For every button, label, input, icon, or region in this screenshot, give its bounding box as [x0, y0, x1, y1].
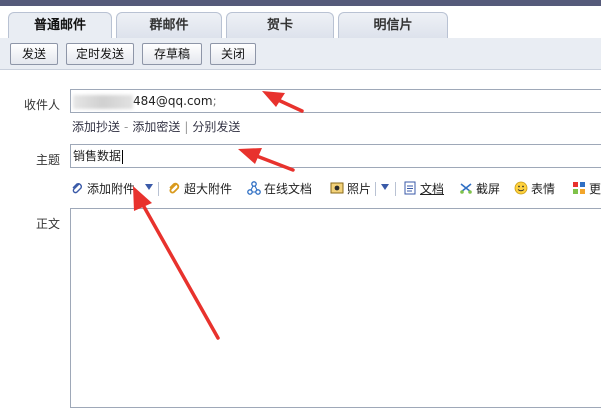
- screenshot-button[interactable]: 截屏: [459, 180, 500, 198]
- text-cursor: [122, 149, 124, 164]
- subject-field[interactable]: 销售数据: [70, 144, 601, 168]
- body-label: 正文: [36, 217, 61, 231]
- scheduled-send-button[interactable]: 定时发送: [66, 43, 134, 65]
- document-icon: [404, 181, 416, 195]
- divider: [375, 182, 376, 196]
- emoji-button[interactable]: 表情: [514, 180, 555, 198]
- recipient-address: 484@qq.com: [133, 94, 213, 108]
- chevron-down-icon[interactable]: [381, 184, 389, 190]
- recipient-label: 收件人: [24, 98, 61, 112]
- redacted-address-part: [73, 94, 133, 109]
- tab-normal-mail[interactable]: 普通邮件: [8, 12, 112, 39]
- separate-send-link[interactable]: 分别发送: [192, 120, 240, 134]
- photos-label: 照片: [347, 182, 372, 196]
- recipient-field[interactable]: 484@qq.com;: [70, 89, 601, 113]
- large-attachment-button[interactable]: 超大附件: [167, 180, 232, 198]
- grid-apps-icon: [573, 182, 585, 194]
- compose-tabs: 普通邮件 群邮件 贺卡 明信片: [0, 6, 601, 39]
- photo-icon: [330, 182, 344, 194]
- dash-separator: -: [124, 120, 129, 134]
- divider: [395, 182, 396, 196]
- screenshot-label: 截屏: [476, 182, 501, 196]
- close-button[interactable]: 关闭: [210, 43, 256, 65]
- tab-postcard[interactable]: 明信片: [338, 12, 448, 38]
- paperclip-icon: [72, 183, 82, 194]
- recipient-links: 添加抄送 - 添加密送 | 分别发送: [72, 118, 240, 135]
- emoji-label: 表情: [531, 182, 556, 196]
- scissors-icon: [460, 183, 472, 194]
- document-label: 文档: [420, 182, 445, 196]
- chevron-down-icon[interactable]: [145, 184, 153, 190]
- large-paperclip-icon: [169, 182, 180, 194]
- smiley-icon: [514, 181, 528, 195]
- save-draft-button[interactable]: 存草稿: [142, 43, 202, 65]
- pipe-separator: |: [184, 120, 189, 134]
- tab-group-mail[interactable]: 群邮件: [116, 12, 222, 38]
- add-attachment-button[interactable]: 添加附件: [70, 180, 135, 198]
- online-docs-label: 在线文档: [264, 182, 313, 196]
- compose-toolbar: 发送 定时发送 存草稿 关闭: [0, 38, 601, 70]
- recipient-separator: ;: [212, 94, 217, 108]
- add-cc-link[interactable]: 添加抄送: [72, 120, 120, 134]
- subject-label: 主题: [36, 153, 61, 167]
- document-button[interactable]: 文档: [403, 180, 444, 198]
- body-editor[interactable]: [70, 208, 601, 408]
- add-attachment-label: 添加附件: [87, 182, 136, 196]
- more-label: 更: [589, 182, 601, 196]
- subject-value: 销售数据: [73, 149, 122, 163]
- large-attachment-label: 超大附件: [184, 182, 233, 196]
- photos-button[interactable]: 照片: [330, 180, 371, 198]
- tab-greeting-card[interactable]: 贺卡: [226, 12, 334, 38]
- online-docs-button[interactable]: 在线文档: [247, 180, 312, 198]
- divider: [158, 182, 159, 196]
- more-button[interactable]: 更: [572, 180, 601, 198]
- share-nodes-icon: [247, 181, 261, 195]
- send-button[interactable]: 发送: [10, 43, 58, 65]
- add-bcc-link[interactable]: 添加密送: [132, 120, 180, 134]
